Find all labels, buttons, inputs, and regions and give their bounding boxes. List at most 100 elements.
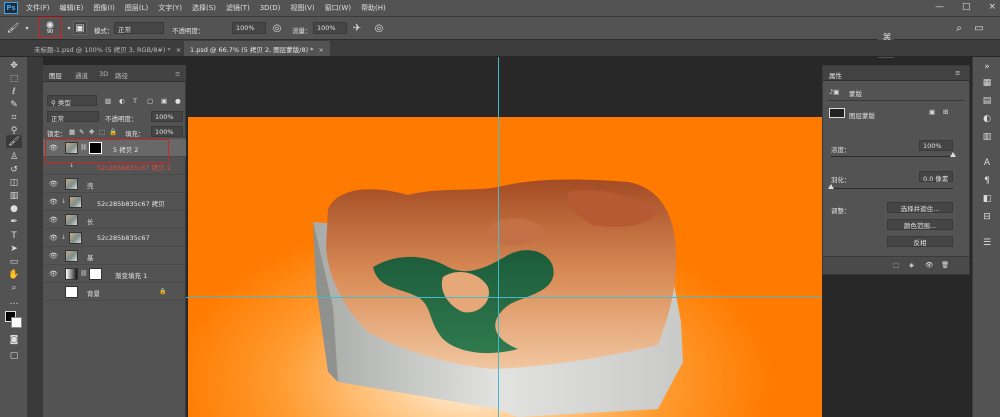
pressure-opacity-icon[interactable]: ◎ <box>270 21 284 35</box>
visibility-eye-icon[interactable]: 👁 <box>49 270 58 278</box>
clone-stamp-tool-icon[interactable]: ♙ <box>6 150 22 163</box>
channels-icon[interactable]: ⊟ <box>980 211 994 223</box>
layer-row[interactable]: 👁 长 <box>43 211 186 229</box>
pressure-size-icon[interactable]: ◎ <box>372 21 386 35</box>
dodge-tool-icon[interactable]: ● <box>6 202 22 215</box>
close-window-button[interactable]: × <box>988 2 996 12</box>
hand-tool-icon[interactable]: ✋ <box>6 268 22 281</box>
feather-slider-knob[interactable] <box>828 184 834 189</box>
pen-tool-icon[interactable]: ✒ <box>6 215 22 228</box>
maximize-button[interactable]: □ <box>962 2 971 12</box>
filter-toggle-icon[interactable]: ● <box>175 97 181 105</box>
adjustments-icon[interactable]: ◐ <box>980 113 994 125</box>
visibility-eye-icon[interactable]: 👁 <box>49 234 58 242</box>
layer-mask-thumbnail[interactable] <box>89 142 102 154</box>
feather-slider-track[interactable] <box>831 188 953 189</box>
document-canvas[interactable] <box>188 117 822 417</box>
tab-paths[interactable]: 路径 <box>115 70 128 80</box>
filter-pixel-icon[interactable]: ▨ <box>105 97 111 105</box>
search-icon[interactable]: ⌕ <box>952 21 966 35</box>
path-select-tool-icon[interactable]: ➤ <box>6 242 22 255</box>
color-range-button[interactable]: 颜色范围... <box>887 219 953 230</box>
menu-layer[interactable]: 图层(L) <box>125 3 148 13</box>
move-tool-icon[interactable]: ✥ <box>6 59 22 72</box>
brush-tool-icon[interactable]: 🖌 <box>6 21 20 35</box>
character-icon[interactable]: A <box>980 157 994 169</box>
apply-mask-icon[interactable]: ◈ <box>909 261 914 269</box>
libraries-icon[interactable]: ▥ <box>980 131 994 143</box>
filter-shape-icon[interactable]: ▢ <box>147 97 153 105</box>
menu-select[interactable]: 选择(S) <box>192 3 216 13</box>
layer-mask-thumbnail[interactable] <box>89 268 102 280</box>
marquee-tool-icon[interactable]: ⬚ <box>6 72 22 85</box>
filter-smart-icon[interactable]: ▣ <box>161 97 167 105</box>
lock-position-icon[interactable]: ✥ <box>89 128 94 136</box>
layer-row[interactable]: 背景 🔒 <box>43 283 186 301</box>
menu-view[interactable]: 视图(V) <box>290 3 314 13</box>
swatches-icon[interactable]: ▤ <box>980 95 994 107</box>
filter-adjust-icon[interactable]: ◐ <box>119 97 125 105</box>
guide-vertical[interactable] <box>498 57 499 417</box>
quick-select-tool-icon[interactable]: ✎ <box>6 98 22 111</box>
layer-row[interactable]: 👁 ↓ 52c285b835c67 拷贝 <box>43 193 186 211</box>
close-tab-icon[interactable]: × <box>176 46 181 54</box>
filter-type-icon[interactable]: T <box>133 97 137 105</box>
layer-row[interactable]: 👁 ⛓ 渐变填充 1 <box>43 265 186 283</box>
crop-tool-icon[interactable]: ⌗ <box>6 111 22 124</box>
layer-opacity-input[interactable]: 100% <box>151 111 183 122</box>
tab-1-psd[interactable]: 1.psd @ 66.7% (5 拷贝 2, 图层蒙版/8) * × <box>184 41 330 56</box>
select-and-mask-button[interactable]: 选择并遮住... <box>887 202 953 213</box>
lock-transparent-icon[interactable]: ▦ <box>69 128 75 136</box>
panel-menu-icon[interactable]: ≡ <box>955 69 960 77</box>
collapse-panels-icon[interactable]: » <box>980 61 994 73</box>
tab-3d[interactable]: 3D <box>99 70 108 78</box>
density-input[interactable]: 100% <box>919 140 953 151</box>
minimize-button[interactable]: — <box>935 2 944 12</box>
visibility-eye-icon[interactable]: 👁 <box>49 144 58 152</box>
airbrush-icon[interactable]: ✈ <box>350 21 364 35</box>
menu-3d[interactable]: 3D(D) <box>260 4 281 12</box>
visibility-eye-icon[interactable]: 👁 <box>49 216 58 224</box>
lock-artboard-icon[interactable]: ⬚ <box>99 128 105 136</box>
close-tab-icon[interactable]: × <box>318 46 323 54</box>
mode-dropdown[interactable]: 正常 <box>114 22 164 34</box>
quick-mask-icon[interactable]: ◙ <box>6 333 22 346</box>
opacity-input[interactable]: 100% <box>232 22 266 34</box>
fill-input[interactable]: 100% <box>151 126 183 137</box>
density-slider-track[interactable] <box>831 156 953 157</box>
color-panel-icon[interactable]: ▦ <box>980 77 994 89</box>
visibility-eye-icon[interactable]: 👁 <box>49 180 58 188</box>
menu-file[interactable]: 文件(F) <box>26 3 50 13</box>
menu-window[interactable]: 窗口(W) <box>325 3 351 13</box>
blend-mode-dropdown[interactable]: 正常 <box>47 111 99 123</box>
menu-type[interactable]: 文字(Y) <box>158 3 182 13</box>
invert-button[interactable]: 反相 <box>887 236 953 247</box>
visibility-eye-icon[interactable]: 👁 <box>49 198 58 206</box>
screen-mode-icon[interactable]: ▢ <box>6 349 22 362</box>
menu-filter[interactable]: 滤镜(T) <box>226 3 250 13</box>
layers-dock-icon[interactable]: ◧ <box>980 193 994 205</box>
tab-untitled[interactable]: 未标题-1.psd @ 100% (5 拷贝 3, RGB/8#) * × <box>28 41 187 56</box>
flow-input[interactable]: 100% <box>313 22 347 34</box>
layer-row[interactable]: 👁 壳 <box>43 175 186 193</box>
delete-mask-icon[interactable]: 🗑 <box>941 261 949 269</box>
properties-dock-icon[interactable]: ☰ <box>980 237 994 249</box>
brush-panel-toggle-icon[interactable]: ▣ <box>73 21 87 35</box>
lasso-tool-icon[interactable]: ℓ <box>6 85 22 98</box>
canvas-area[interactable] <box>186 57 822 417</box>
more-tools-icon[interactable]: … <box>6 295 22 308</box>
paragraph-icon[interactable]: ¶ <box>980 175 994 187</box>
brush-preset-picker[interactable]: 90 <box>38 17 62 38</box>
shape-tool-icon[interactable]: ▭ <box>6 255 22 268</box>
feather-input[interactable]: 0.0 像素 <box>919 171 953 183</box>
history-brush-tool-icon[interactable]: ↺ <box>6 163 22 176</box>
link-chain-icon[interactable]: ⛓ <box>80 144 88 151</box>
layer-row[interactable]: 👁 ↓ 52c285b835c67 <box>43 229 186 247</box>
menu-image[interactable]: 图像(I) <box>93 3 115 13</box>
density-slider-knob[interactable] <box>950 152 956 157</box>
tab-channels[interactable]: 通道 <box>75 70 88 80</box>
chevron-down-icon[interactable]: ▾ <box>20 21 34 35</box>
pixel-mask-icon[interactable]: ▣ <box>929 108 935 116</box>
brush-tool-icon[interactable]: 🖌 <box>6 135 22 148</box>
workspace-icon[interactable]: ▭ <box>972 21 986 35</box>
